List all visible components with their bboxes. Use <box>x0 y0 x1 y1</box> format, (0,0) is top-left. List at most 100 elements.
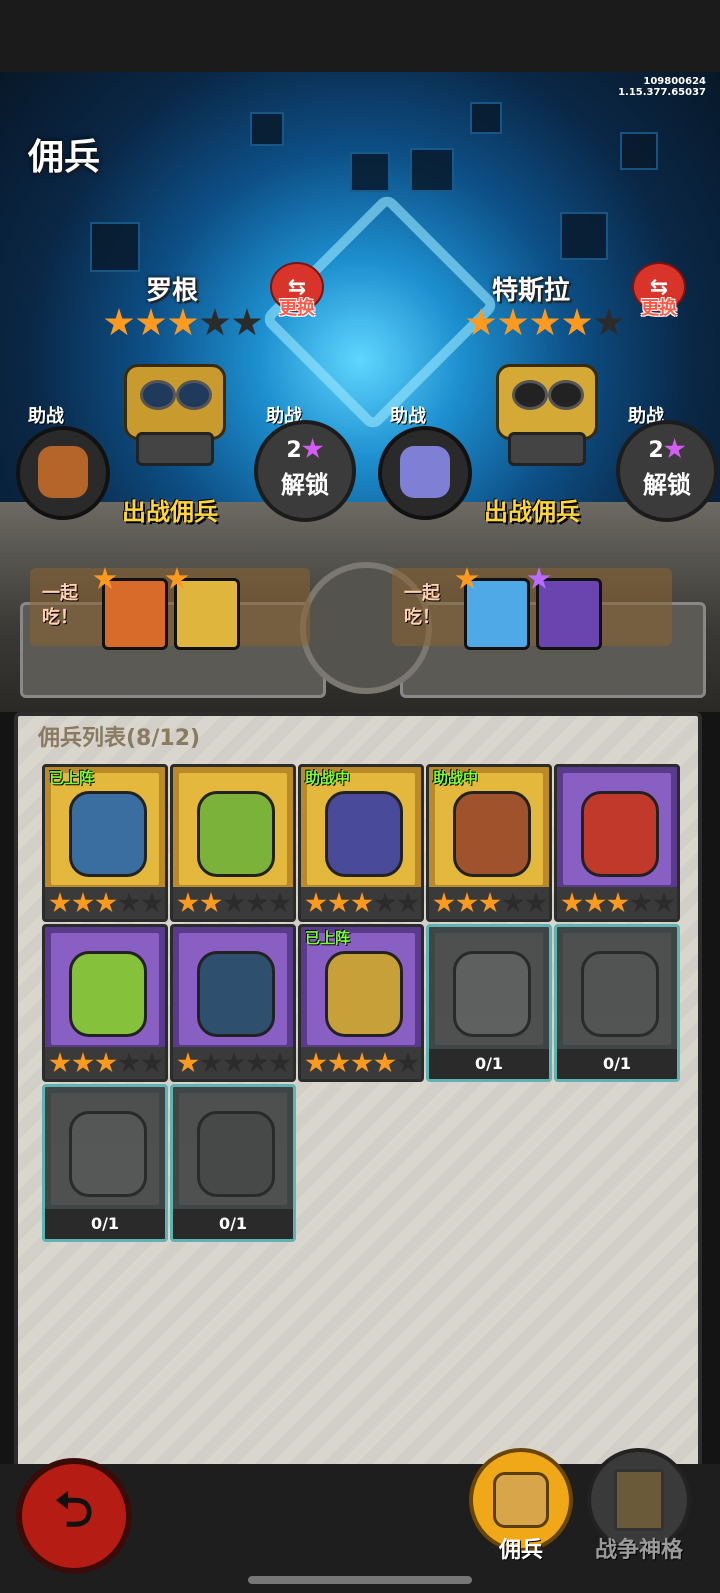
mercenary-card[interactable] <box>42 924 168 1082</box>
star-icon <box>49 1052 71 1073</box>
mech-body <box>124 364 226 440</box>
mercenary-card[interactable] <box>170 924 296 1082</box>
star-icon <box>177 892 199 913</box>
slot2-assist-unlock[interactable]: 2 解锁 <box>616 420 718 522</box>
slot2-eat-item-1[interactable] <box>455 567 530 650</box>
star-icon <box>104 308 134 336</box>
mercenary-portrait <box>307 933 415 1045</box>
star-icon <box>269 892 291 913</box>
star-icon <box>95 1052 117 1073</box>
star-icon <box>479 892 501 913</box>
slot1-assist-left[interactable] <box>16 426 110 520</box>
star-icon <box>246 1052 268 1073</box>
slot1-assist-label-left: 助战 <box>28 406 64 427</box>
star-icon <box>165 567 189 589</box>
star-icon <box>200 308 230 336</box>
back-button[interactable]: ⮌ <box>16 1458 132 1574</box>
mercenary-card[interactable]: 助战中 <box>426 764 552 922</box>
slot2-eat-item-2[interactable] <box>527 567 602 650</box>
slot2-deploy-label: 出战佣兵 <box>484 498 580 526</box>
star-icon <box>466 308 496 336</box>
mercenary-card[interactable]: 已上阵 <box>42 764 168 922</box>
unlock-label: 解锁 <box>281 471 329 499</box>
mech-body <box>496 364 598 440</box>
slot1-hero-mech[interactable] <box>96 344 246 466</box>
mercenary-card[interactable]: 0/1 <box>170 1084 296 1242</box>
star-icon <box>594 308 624 336</box>
slot1-deploy-label: 出战佣兵 <box>122 498 218 526</box>
mercenary-art <box>453 791 531 877</box>
slot1-eat-item-2[interactable] <box>165 567 240 650</box>
star-icon <box>455 567 479 589</box>
slot1-swap-button[interactable]: ⇆ 更换 <box>270 262 324 326</box>
slot1-assist-unlock[interactable]: 2 解锁 <box>254 420 356 522</box>
home-indicator[interactable] <box>248 1576 472 1584</box>
mercenary-art <box>453 951 531 1037</box>
star-icon <box>584 892 606 913</box>
bg-cube <box>90 222 140 272</box>
build-number: 109800624 <box>643 76 706 87</box>
star-icon <box>141 1052 163 1073</box>
page-title: 佣兵 <box>28 137 101 178</box>
star-icon <box>49 892 71 913</box>
mercenary-portrait <box>179 773 287 885</box>
nav-artifact-button[interactable]: 战争神格 <box>584 1448 694 1578</box>
mercenary-portrait <box>51 933 159 1045</box>
star-icon <box>223 1052 245 1073</box>
purple-star-icon <box>302 438 324 459</box>
star-icon <box>351 892 373 913</box>
mech-legs <box>136 432 214 466</box>
status-bar <box>0 0 720 72</box>
star-icon <box>168 308 198 336</box>
mercenary-art <box>325 791 403 877</box>
star-icon <box>72 892 94 913</box>
status-tag: 已上阵 <box>305 929 351 947</box>
nav-artifact-label: 战争神格 <box>594 1538 683 1563</box>
swap-label: 更换 <box>279 298 315 319</box>
status-tag: 助战中 <box>433 769 479 787</box>
mercenary-card[interactable] <box>170 764 296 922</box>
slot2-assist-label-left: 助战 <box>390 406 426 427</box>
star-icon <box>328 1052 350 1073</box>
star-icon <box>525 892 547 913</box>
star-icon <box>93 567 117 589</box>
star-icon <box>72 1052 94 1073</box>
mercenary-card[interactable]: 助战中 <box>298 764 424 922</box>
version-info: 109800624 1.15.377.65037 <box>618 76 706 98</box>
shard-progress: 0/1 <box>45 1209 165 1239</box>
swap-label: 更换 <box>641 298 677 319</box>
version-number: 1.15.377.65037 <box>618 87 706 98</box>
mercenary-card[interactable]: 0/1 <box>42 1084 168 1242</box>
mercenary-card[interactable]: 0/1 <box>426 924 552 1082</box>
mercenary-portrait <box>51 1093 159 1205</box>
nav-mercenary-label: 佣兵 <box>498 1538 543 1563</box>
star-icon <box>653 892 675 913</box>
star-icon <box>177 1052 199 1073</box>
nav-mercenary-button[interactable]: 佣兵 <box>466 1448 576 1578</box>
mercenary-card[interactable]: 已上阵 <box>298 924 424 1082</box>
star-icon <box>223 892 245 913</box>
slot2-hero-mech[interactable] <box>468 344 618 466</box>
star-icon <box>200 892 222 913</box>
bg-cube <box>410 148 454 192</box>
mech-eye <box>140 380 176 410</box>
mech-eye <box>512 380 548 410</box>
slot2-assist-left[interactable] <box>378 426 472 520</box>
star-icon <box>397 1052 419 1073</box>
star-icon <box>328 892 350 913</box>
star-icon <box>351 1052 373 1073</box>
shard-progress: 0/1 <box>429 1049 549 1079</box>
star-icon <box>561 892 583 913</box>
mercenary-card[interactable]: 0/1 <box>554 924 680 1082</box>
slot2-swap-button[interactable]: ⇆ 更换 <box>632 262 686 326</box>
back-arrow-icon: ⮌ <box>54 1481 94 1538</box>
star-icon <box>498 308 528 336</box>
mercenary-portrait <box>563 773 671 885</box>
mercenary-portrait <box>563 933 671 1045</box>
star-icon <box>562 308 592 336</box>
mercenary-card[interactable] <box>554 764 680 922</box>
card-stars <box>301 1047 421 1079</box>
mercenary-portrait <box>51 773 159 885</box>
slot1-eat-item-1[interactable] <box>93 567 168 650</box>
slot2-hero-name: 特斯拉 <box>492 276 571 306</box>
